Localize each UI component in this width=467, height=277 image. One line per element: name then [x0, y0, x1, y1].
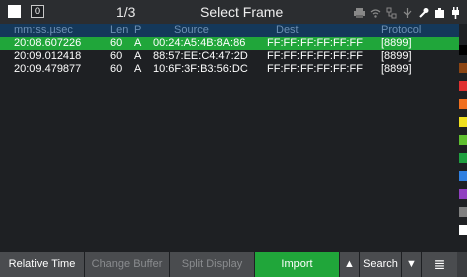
network-icon [386, 6, 397, 19]
column-timestamp[interactable]: mm:ss.µsec [14, 24, 73, 37]
battery-icon [434, 6, 445, 18]
column-protocol[interactable]: Protocol [381, 24, 421, 37]
legend-color-swatch [459, 135, 467, 145]
printer-icon [354, 6, 365, 18]
wrench-icon [418, 6, 429, 18]
column-header: mm:ss.µsec Len P Source Dest Protocol [0, 24, 459, 37]
window-title: Select Frame [200, 4, 284, 20]
cell-p: A [134, 37, 142, 49]
column-source[interactable]: Source [174, 24, 209, 37]
cell-len: 60 [110, 37, 123, 49]
relative-time-button[interactable]: Relative Time [0, 252, 85, 277]
cell-protocol: [8899] [381, 50, 412, 62]
scroll-down-button[interactable]: ▼ [402, 252, 422, 277]
change-buffer-button[interactable]: Change Buffer [85, 252, 170, 277]
top-bar: 0 1/3 Select Frame [0, 0, 467, 24]
cell-source: 10:6F:3F:B3:56:DC [153, 63, 248, 75]
legend-color-swatch [459, 225, 467, 235]
cell-protocol: [8899] [381, 37, 412, 49]
cell-protocol: [8899] [381, 63, 412, 75]
wifi-icon [370, 6, 381, 18]
stop-icon[interactable] [8, 5, 21, 18]
scroll-up-button[interactable]: ▲ [340, 252, 360, 277]
table-row[interactable]: 20:09.012418 60 A 88:57:EE:C4:47:2D FF:F… [0, 50, 459, 63]
status-icons [354, 4, 461, 20]
cell-source: 00:24:A5:4B:8A:86 [153, 37, 246, 49]
import-button[interactable]: Import [255, 252, 340, 277]
usb-icon [402, 6, 413, 18]
cell-dest: FF:FF:FF:FF:FF:FF [267, 63, 363, 75]
cell-dest: FF:FF:FF:FF:FF:FF [267, 50, 363, 62]
cell-p: A [134, 63, 142, 75]
cell-source: 88:57:EE:C4:47:2D [153, 50, 248, 62]
legend-color-swatch [459, 63, 467, 73]
cell-len: 60 [110, 63, 123, 75]
cell-p: A [134, 50, 142, 62]
table-row[interactable]: 20:09.479877 60 A 10:6F:3F:B3:56:DC FF:F… [0, 63, 459, 76]
column-len[interactable]: Len [110, 24, 128, 37]
legend-color-swatch [459, 81, 467, 91]
split-display-button[interactable]: Split Display [170, 252, 255, 277]
legend-color-swatch [459, 189, 467, 199]
power-plug-icon [450, 6, 461, 19]
cell-dest: FF:FF:FF:FF:FF:FF [267, 37, 363, 49]
column-p[interactable]: P [134, 24, 141, 37]
legend-color-swatch [459, 153, 467, 163]
counter-badge: 0 [31, 5, 44, 18]
legend-color-swatch [459, 117, 467, 127]
menu-icon[interactable]: ≣ [422, 252, 457, 277]
search-button[interactable]: Search [360, 252, 402, 277]
legend-color-swatch [459, 45, 467, 55]
cell-timestamp: 20:09.012418 [14, 50, 82, 62]
legend-color-swatch [459, 207, 467, 217]
frame-position: 1/3 [116, 4, 136, 20]
footer-toolbar: Relative Time Change Buffer Split Displa… [0, 252, 467, 277]
legend-color-swatch [459, 99, 467, 109]
table-row[interactable]: 20:08.607226 60 A 00:24:A5:4B:8A:86 FF:F… [0, 37, 459, 50]
cell-timestamp: 20:09.479877 [14, 63, 82, 75]
cell-timestamp: 20:08.607226 [14, 37, 82, 49]
cell-len: 60 [110, 50, 123, 62]
column-dest[interactable]: Dest [276, 24, 299, 37]
legend-color-swatch [459, 171, 467, 181]
